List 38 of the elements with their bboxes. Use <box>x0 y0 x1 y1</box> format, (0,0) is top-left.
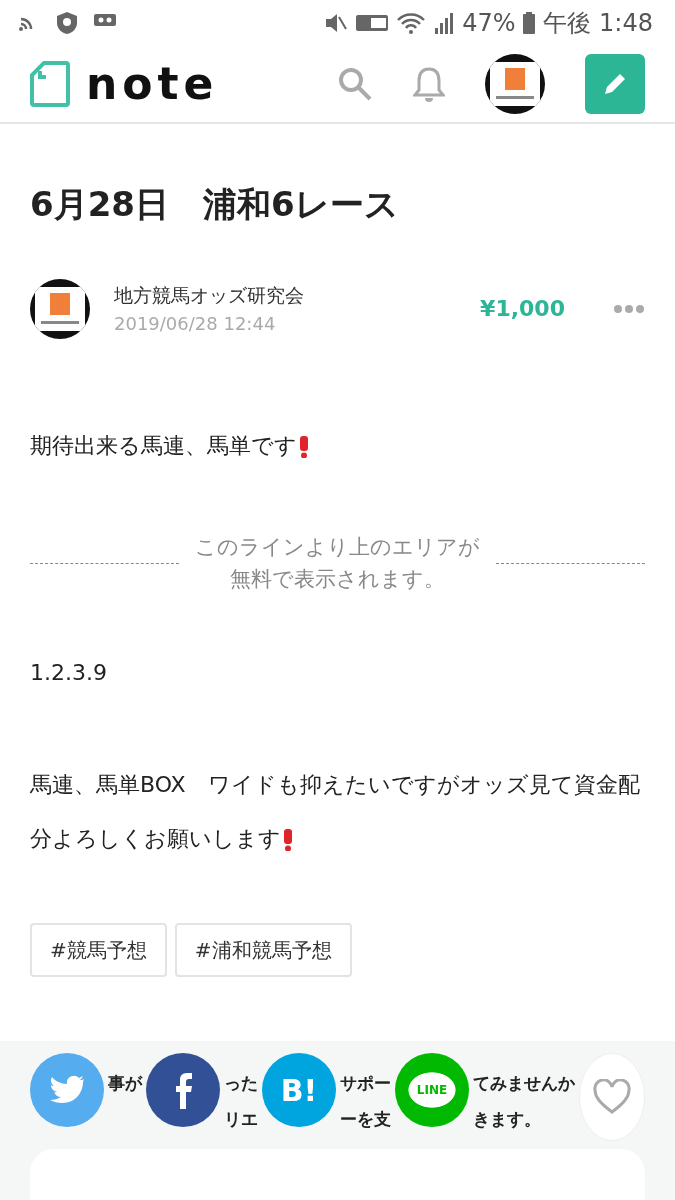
shield-icon <box>56 11 78 35</box>
article-title: 6月28日 浦和6レース <box>30 184 400 225</box>
avatar-icon <box>35 286 85 331</box>
author-name[interactable]: 地方競馬オッズ研究会 <box>114 281 481 310</box>
search-icon[interactable] <box>337 66 373 102</box>
support-text: リエ <box>224 1108 258 1132</box>
exclamation-icon <box>297 435 311 458</box>
signal-icon <box>434 12 455 34</box>
support-text: った <box>224 1072 258 1096</box>
support-text: サポー <box>340 1072 391 1096</box>
paragraph: 期待出来る馬連、馬単です <box>30 418 645 473</box>
facebook-icon <box>173 1071 193 1110</box>
post-date: 2019/06/28 12:44 <box>114 311 277 336</box>
support-text: 事が <box>108 1072 142 1096</box>
battery-percent: 47% <box>462 8 516 39</box>
avatar[interactable] <box>485 54 545 114</box>
bird-icon <box>49 1075 85 1106</box>
support-text: てみませんか <box>473 1072 575 1096</box>
paragraph: 馬連、馬単BOX ワイドも抑えたいですがオッズ見て資金配分よろしくお願いします <box>30 770 641 853</box>
avatar-icon <box>490 62 540 106</box>
write-button[interactable] <box>585 54 645 114</box>
hashtag[interactable]: #浦和競馬予想 <box>174 923 352 978</box>
logo-text[interactable]: note <box>86 62 219 106</box>
bell-icon[interactable] <box>413 66 445 102</box>
support-text: ーを支 <box>340 1108 391 1132</box>
battery-icon <box>523 12 536 34</box>
mute-icon <box>324 12 349 34</box>
paragraph: 1.2.3.9 <box>30 658 108 687</box>
support-text: きます。 <box>473 1108 542 1132</box>
paywall-note: このラインより上のエリアが 無料で表示されます。 <box>195 533 480 594</box>
wifi-icon <box>396 12 427 34</box>
hashtag[interactable]: #競馬予想 <box>30 923 167 978</box>
price: ¥1,000 <box>480 295 565 324</box>
more-icon[interactable] <box>613 303 645 314</box>
exclamation-icon <box>281 828 295 851</box>
clock: 午後 1:48 <box>543 8 653 39</box>
heart-icon <box>592 1079 632 1116</box>
note-logo-icon <box>30 61 70 107</box>
